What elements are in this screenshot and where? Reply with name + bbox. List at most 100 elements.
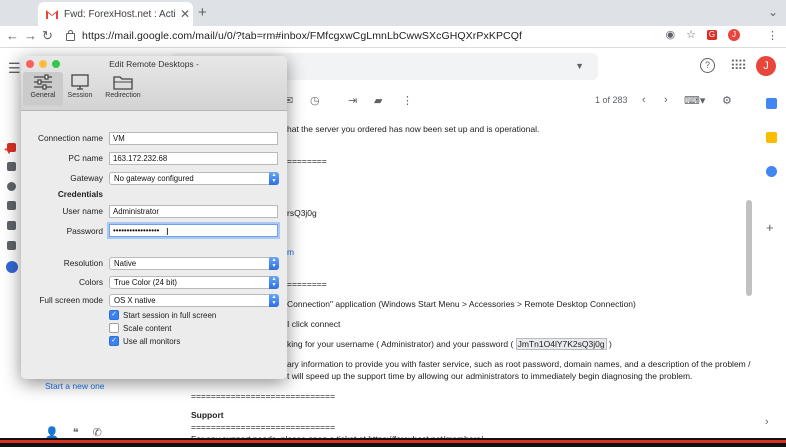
edit-remote-desktops-window: Edit Remote Desktops - General Session R…	[21, 56, 287, 379]
inbox-icon[interactable]	[7, 143, 16, 152]
connection-name-field[interactable]: VM	[109, 132, 278, 145]
tab-title: Fwd: ForexHost.net : Activated	[64, 8, 176, 20]
keep-icon[interactable]	[766, 132, 777, 143]
more-icon[interactable]: ⋮	[402, 94, 413, 107]
text-cursor-icon: I	[166, 227, 169, 238]
settings-gear-icon[interactable]: ⚙	[722, 94, 732, 107]
password-field[interactable]: •••••••••••••••••	[109, 224, 278, 237]
snoozed-icon[interactable]	[7, 182, 16, 191]
move-to-icon[interactable]: ⇥	[348, 94, 357, 107]
resolution-label: Resolution	[63, 258, 103, 268]
pc-name-label: PC name	[68, 153, 103, 163]
help-icon[interactable]: ?	[700, 58, 715, 73]
input-tools-icon[interactable]: ⌨▾	[684, 94, 705, 107]
sent-icon[interactable]	[7, 201, 16, 210]
tab-general-label: General	[30, 92, 56, 99]
back-icon[interactable]: ←	[6, 28, 19, 43]
next-icon[interactable]: ›	[664, 94, 668, 106]
profile-avatar[interactable]: J	[728, 28, 740, 41]
account-avatar[interactable]: J	[756, 56, 776, 76]
apps-grid-icon[interactable]: ⠿⠿	[730, 58, 747, 74]
reload-icon[interactable]: ↻	[42, 28, 53, 44]
snooze-icon[interactable]: ◷	[310, 94, 320, 107]
expand-panel-icon[interactable]: ›	[765, 416, 769, 428]
hangouts-avatar-icon[interactable]	[6, 261, 18, 273]
full-screen-mode-select[interactable]: OS X native ▲ ▼	[109, 294, 279, 307]
email-link[interactable]: m	[287, 247, 294, 257]
user-name-field[interactable]: Administrator	[109, 205, 278, 218]
start-fullscreen-label: Start session in full screen	[123, 310, 217, 320]
email-line: =============================	[191, 391, 335, 401]
extension-icon[interactable]: G	[707, 29, 717, 40]
window-titlebar: Edit Remote Desktops - General Session R…	[21, 56, 287, 111]
use-all-monitors-label: Use all monitors	[123, 336, 181, 346]
full-screen-mode-label: Full screen mode	[39, 295, 103, 305]
star-icon[interactable]: ☆	[686, 28, 696, 41]
eye-icon[interactable]: ◉	[666, 28, 676, 41]
scrollbar[interactable]	[746, 200, 752, 296]
start-fullscreen-checkbox[interactable]: ✓ Start session in full screen	[109, 310, 216, 320]
url-text: https://mail.google.com/mail/u/0/?tab=rm…	[82, 30, 523, 42]
connection-name-label: Connection name	[37, 133, 103, 143]
gateway-select[interactable]: No gateway configured ▲ ▼	[109, 172, 279, 185]
monitor-icon	[60, 72, 100, 92]
colors-select[interactable]: True Color (24 bit) ▲ ▼	[109, 276, 279, 289]
credentials-heading: Credentials	[57, 189, 103, 199]
calendar-icon[interactable]	[766, 98, 777, 109]
password-label: Password	[66, 226, 103, 236]
email-line-text: king for your username ( Administrator) …	[287, 339, 516, 349]
side-panel: +	[760, 96, 786, 396]
user-name-label: User name	[62, 206, 103, 216]
search-options-icon[interactable]: ▼	[575, 61, 584, 71]
resolution-select[interactable]: Native ▲ ▼	[109, 257, 279, 270]
email-line: hat the server you ordered has now been …	[287, 124, 540, 134]
email-line: I click connect	[287, 319, 341, 329]
email-line-text: )	[606, 339, 612, 349]
tab-general[interactable]: General	[23, 72, 63, 106]
email-heading: Support	[191, 410, 224, 420]
sliders-icon	[23, 72, 63, 92]
resolution-value: Native	[114, 259, 137, 268]
scale-content-checkbox[interactable]: Scale content	[109, 323, 171, 333]
forward-icon[interactable]: →	[24, 28, 37, 43]
left-rail: +	[0, 88, 20, 388]
general-form: Connection name VM PC name 163.172.232.6…	[21, 110, 287, 379]
prev-icon[interactable]: ‹	[642, 94, 646, 106]
select-arrows-icon: ▲ ▼	[269, 294, 279, 307]
tab-redirection[interactable]: Redirection	[101, 72, 145, 106]
tasks-icon[interactable]	[766, 166, 777, 177]
label-icon[interactable]: ▰	[374, 94, 382, 107]
browser-tab[interactable]: Fwd: ForexHost.net : Activated ✕	[38, 2, 193, 26]
password-highlight: JmTn1O4lY7K2sQ3j0g	[515, 338, 607, 350]
browser-tab-bar: Fwd: ForexHost.net : Activated ✕ + ⌄	[0, 0, 786, 26]
close-tab-icon[interactable]: ✕	[180, 7, 190, 21]
folder-icon	[101, 72, 145, 92]
start-new-hangout-link[interactable]: Start a new one	[45, 381, 105, 391]
pc-name-field[interactable]: 163.172.232.68	[109, 152, 278, 165]
omnibox[interactable]: https://mail.google.com/mail/u/0/?tab=rm…	[60, 28, 740, 44]
email-line: =============================	[191, 422, 335, 432]
email-line: t will speed up the support time by allo…	[287, 371, 693, 381]
labels-icon[interactable]	[7, 241, 16, 250]
use-all-monitors-checkbox[interactable]: ✓ Use all monitors	[109, 336, 180, 346]
colors-label: Colors	[79, 277, 103, 287]
select-arrows-icon: ▲ ▼	[269, 172, 279, 185]
new-tab-button[interactable]: +	[198, 4, 207, 21]
address-bar-row: ← → ↻ https://mail.google.com/mail/u/0/?…	[0, 26, 786, 48]
tab-search-icon[interactable]: ⌄	[768, 5, 778, 19]
full-screen-mode-value: OS X native	[114, 296, 156, 305]
tab-redirection-label: Redirection	[105, 92, 141, 99]
video-progress-bar[interactable]	[0, 438, 786, 447]
menu-icon[interactable]: ☰	[8, 60, 21, 77]
tab-session-label: Session	[67, 92, 93, 99]
drafts-icon[interactable]	[7, 221, 16, 230]
email-line: ========	[287, 156, 327, 166]
lock-icon	[66, 30, 75, 41]
gateway-value: No gateway configured	[114, 174, 194, 183]
add-addon-icon[interactable]: +	[766, 220, 774, 235]
select-arrows-icon: ▲ ▼	[269, 257, 279, 270]
tab-session[interactable]: Session	[60, 72, 100, 106]
pager-count: 1 of 283	[595, 95, 628, 105]
browser-menu-icon[interactable]: ⋮	[767, 29, 778, 42]
starred-icon[interactable]	[7, 162, 16, 171]
